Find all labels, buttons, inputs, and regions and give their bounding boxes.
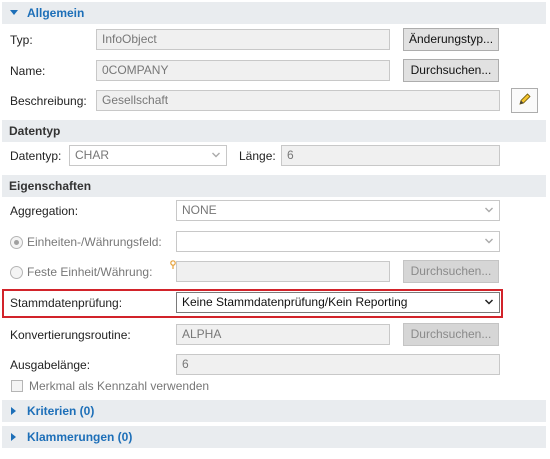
konvertierungsroutine-label: Konvertierungsroutine:: [10, 328, 131, 342]
beschreibung-field: Gesellschaft: [96, 90, 500, 111]
konvertierungsroutine-field: ALPHA: [176, 324, 390, 345]
einheiten-select: [176, 231, 500, 252]
section-header-klammerungen[interactable]: Klammerungen (0): [2, 426, 546, 448]
triangle-right-icon: [9, 432, 19, 442]
datentyp-label: Datentyp:: [10, 149, 62, 163]
feste-einheit-radio: [10, 266, 23, 279]
section-title-eigenschaften: Eigenschaften: [9, 179, 92, 193]
section-header-datentyp: Datentyp: [2, 120, 546, 142]
section-header-kriterien[interactable]: Kriterien (0): [2, 400, 546, 422]
datentyp-value: CHAR: [75, 148, 110, 162]
triangle-down-icon: [9, 8, 19, 18]
typ-label: Typ:: [10, 33, 33, 47]
triangle-right-icon: [9, 406, 19, 416]
laenge-field: 6: [281, 145, 500, 166]
aggregation-select: NONE: [176, 200, 500, 221]
section-title-datentyp: Datentyp: [9, 124, 61, 138]
section-title-klammerungen[interactable]: Klammerungen (0): [27, 430, 132, 444]
name-browse-button[interactable]: Durchsuchen...: [403, 59, 499, 82]
name-field: 0COMPANY: [96, 60, 390, 81]
ausgabelaenge-label: Ausgabelänge:: [10, 358, 91, 372]
aggregation-label: Aggregation:: [10, 204, 79, 218]
konvertierungsroutine-browse-button: Durchsuchen...: [403, 323, 499, 346]
section-header-allgemein[interactable]: Allgemein: [2, 2, 546, 24]
chevron-down-icon: [484, 236, 494, 246]
kennzahl-checkbox: [11, 380, 23, 392]
stammdatenpruefung-value: Keine Stammdatenprüfung/Kein Reporting: [182, 295, 408, 309]
pencil-icon: [518, 92, 532, 109]
aenderungstyp-button[interactable]: Änderungstyp...: [403, 28, 499, 51]
laenge-label: Länge:: [239, 149, 276, 163]
name-label: Name:: [10, 64, 46, 78]
ausgabelaenge-field: 6: [176, 354, 500, 375]
section-title-allgemein[interactable]: Allgemein: [27, 6, 84, 20]
chevron-down-icon: [484, 205, 494, 215]
feste-einheit-label: Feste Einheit/Währung:: [27, 265, 153, 279]
feste-einheit-field: [176, 261, 390, 282]
einheiten-radio: [10, 236, 23, 249]
section-title-kriterien[interactable]: Kriterien (0): [27, 404, 94, 418]
einheiten-label: Einheiten-/Währungsfeld:: [27, 235, 162, 249]
edit-description-button[interactable]: [511, 88, 538, 113]
typ-field: InfoObject: [96, 29, 390, 50]
stammdatenpruefung-label: Stammdatenprüfung:: [10, 296, 123, 310]
chevron-down-icon[interactable]: [484, 297, 494, 307]
datentyp-select: CHAR: [69, 145, 227, 166]
beschreibung-label: Beschreibung:: [10, 94, 87, 108]
section-header-eigenschaften: Eigenschaften: [2, 175, 546, 197]
kennzahl-label: Merkmal als Kennzahl verwenden: [29, 379, 210, 393]
chevron-down-icon: [211, 150, 221, 160]
feste-einheit-browse-button: Durchsuchen...: [403, 260, 499, 283]
stammdatenpruefung-select[interactable]: Keine Stammdatenprüfung/Kein Reporting: [176, 292, 500, 313]
aggregation-value: NONE: [182, 203, 217, 217]
